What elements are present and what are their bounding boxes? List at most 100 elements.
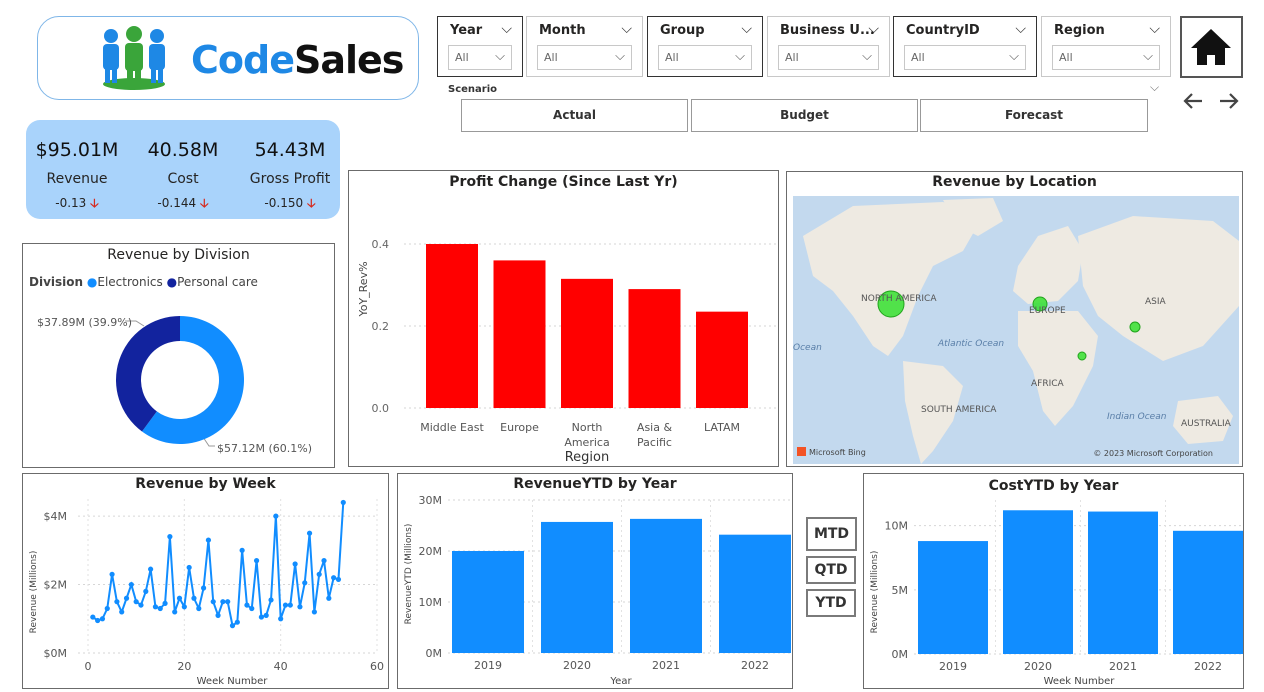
- slicer-group[interactable]: Group ⌵ All ⌵: [647, 16, 763, 77]
- data-point: [321, 558, 327, 564]
- slicer-label: Group: [660, 23, 705, 38]
- revenue-ytd-card: RevenueYTD by Year RevenueYTD (Millions)…: [397, 473, 793, 689]
- bing-logo-icon: [797, 447, 806, 456]
- world-map[interactable]: NORTH AMERICA EUROPE ASIA AFRICA SOUTH A…: [793, 196, 1239, 464]
- brand-name: CodeSales: [191, 38, 404, 82]
- slicer-year[interactable]: Year ⌵ All ⌵: [437, 16, 523, 77]
- chevron-down-icon: ⌵: [1009, 49, 1019, 64]
- y-tick-label: $0M: [44, 647, 68, 660]
- y-tick-label: 10M: [885, 520, 909, 533]
- chevron-down-icon[interactable]: ⌵: [1150, 80, 1159, 95]
- revenue-week-card: Revenue by Week Revenue (Millions) Week …: [22, 473, 389, 689]
- kpi-revenue-label: Revenue: [46, 171, 108, 187]
- slicer-dropdown[interactable]: All ⌵: [1052, 45, 1160, 70]
- map-label-atlantic: Atlantic Ocean: [937, 339, 1004, 349]
- x-tick-label: 2022: [1194, 660, 1222, 673]
- data-point: [172, 609, 178, 615]
- division-donut-chart: $37.89M (39.9%) $57.12M (60.1%): [37, 316, 312, 455]
- slicer-country-id[interactable]: CountryID ⌵ All ⌵: [893, 16, 1037, 77]
- chevron-down-icon: ⌵: [615, 49, 625, 64]
- data-point: [210, 599, 216, 605]
- scenario-label: Scenario: [448, 84, 498, 95]
- scenario-budget-button[interactable]: Budget: [691, 99, 918, 132]
- data-point: [225, 599, 231, 605]
- scenario-actual-button[interactable]: Actual: [461, 99, 688, 132]
- y-tick-label: 0M: [892, 648, 909, 661]
- data-point: [181, 604, 187, 610]
- kpi-cost-value: 40.58M: [147, 139, 219, 161]
- data-point: [123, 595, 130, 601]
- arrow-right-icon[interactable]: [1218, 91, 1240, 111]
- chevron-down-icon[interactable]: ⌵: [868, 21, 879, 37]
- slicer-dropdown[interactable]: All ⌵: [904, 45, 1026, 70]
- data-point: [191, 595, 197, 601]
- slicer-business-unit[interactable]: Business U... ⌵ All ⌵: [767, 16, 890, 77]
- location-card: Revenue by Location NORTH AMERICA EUROPE…: [786, 171, 1243, 467]
- x-tick-label: Pacific: [637, 436, 672, 449]
- scenario-forecast-button[interactable]: Forecast: [920, 99, 1148, 132]
- slicer-dropdown[interactable]: All ⌵: [778, 45, 879, 70]
- slicer-dropdown[interactable]: All ⌵: [448, 45, 512, 70]
- map-label-asia: ASIA: [1145, 297, 1167, 307]
- data-point: [133, 599, 139, 605]
- ytd-button[interactable]: YTD: [806, 589, 856, 617]
- data-point: [335, 576, 342, 583]
- qtd-button[interactable]: QTD: [806, 556, 856, 584]
- y-axis-label: YoY_Rev%: [357, 261, 370, 317]
- x-tick-label: 2021: [652, 659, 680, 672]
- data-point: [138, 602, 144, 608]
- data-point: [282, 602, 289, 608]
- chevron-down-icon[interactable]: ⌵: [1149, 21, 1160, 37]
- y-tick-label: 30M: [419, 494, 443, 507]
- bar-latam: [696, 311, 748, 408]
- bar-2021: [630, 518, 702, 653]
- bar-2020: [1003, 510, 1073, 654]
- revenue-ytd-chart: RevenueYTD (Millions) Year 0M 10M 20M 30M 20…: [404, 494, 791, 687]
- map-label-ocean: Ocean: [793, 343, 822, 353]
- x-tick-label: 2021: [1109, 660, 1137, 673]
- y-tick-label: 10M: [419, 596, 443, 609]
- data-point: [278, 616, 284, 622]
- map-bubble-middle-east[interactable]: [1077, 351, 1087, 361]
- bar-asia-pacific: [628, 289, 681, 408]
- data-point: [90, 614, 96, 620]
- y-tick-label: 5M: [892, 584, 909, 597]
- kpi-revenue-delta: -0.13 🡣: [27, 194, 127, 215]
- bar-middle-east: [426, 244, 478, 408]
- x-tick-label: 2019: [474, 659, 502, 672]
- home-button[interactable]: [1180, 16, 1243, 78]
- map-bubble-asia[interactable]: [1129, 321, 1141, 333]
- kpi-revenue-value: $95.01M: [35, 139, 119, 161]
- data-point: [148, 566, 154, 572]
- y-axis-label: Revenue (Millions): [870, 551, 880, 634]
- chevron-down-icon[interactable]: ⌵: [1015, 21, 1026, 37]
- mtd-button[interactable]: MTD: [806, 517, 857, 551]
- bar-2022: [719, 534, 791, 653]
- profit-change-chart: YoY_Rev% Region 0.0 0.2 0.4 Middle East Euro…: [357, 238, 779, 465]
- data-point: [114, 599, 120, 605]
- slicer-value: All: [1059, 51, 1073, 64]
- data-point: [287, 602, 293, 608]
- chevron-down-icon[interactable]: ⌵: [741, 21, 752, 37]
- revenue-week-chart: Revenue (Millions) Week Number $0M $2M $4M…: [29, 499, 384, 687]
- data-point: [302, 580, 308, 586]
- data-point: [229, 623, 236, 629]
- x-tick-label: 2020: [1024, 660, 1052, 673]
- data-point: [268, 597, 274, 603]
- bar-europe: [493, 260, 546, 408]
- slicer-month[interactable]: Month ⌵ All ⌵: [526, 16, 643, 77]
- x-tick-label: 60: [370, 660, 384, 673]
- y-tick-label: 0M: [426, 647, 443, 660]
- slicer-dropdown[interactable]: All ⌵: [537, 45, 632, 70]
- data-point: [311, 609, 317, 615]
- x-axis-label: Week Number: [1044, 676, 1116, 687]
- chevron-down-icon[interactable]: ⌵: [621, 21, 632, 37]
- x-tick-label: 2019: [939, 660, 967, 673]
- data-point: [99, 616, 106, 622]
- chevron-down-icon[interactable]: ⌵: [501, 21, 512, 37]
- data-point: [215, 612, 221, 618]
- slicer-dropdown[interactable]: All ⌵: [658, 45, 752, 70]
- slicer-region[interactable]: Region ⌵ All ⌵: [1041, 16, 1171, 77]
- brand-name-part2: Sales: [293, 38, 404, 82]
- arrow-left-icon[interactable]: [1182, 91, 1204, 111]
